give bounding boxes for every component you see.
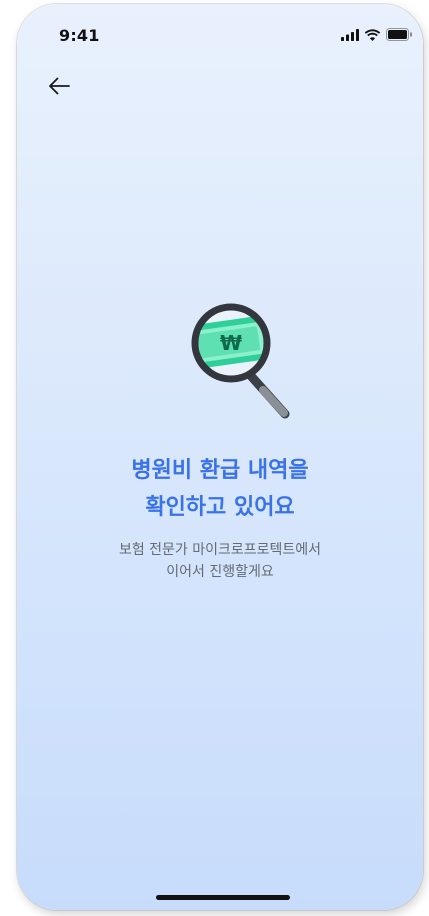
home-indicator[interactable]	[156, 895, 290, 900]
title-line-2: 확인하고 있어요	[145, 495, 295, 520]
subtitle-line-1: 보험 전문가 마이크로프로텍트에서	[118, 542, 322, 558]
page-title: 병원비 환급 내역을 확인하고 있어요	[17, 452, 423, 526]
wifi-icon	[364, 28, 381, 41]
back-button[interactable]	[45, 72, 73, 100]
battery-icon	[386, 28, 412, 41]
cellular-signal-icon	[341, 28, 359, 41]
arrow-left-icon	[49, 77, 70, 95]
status-icons	[341, 28, 413, 41]
page-subtitle: 보험 전문가 마이크로프로텍트에서 이어서 진행할게요	[17, 539, 423, 583]
phone-screen: 9:41 ₩ 병원비 환급 내역을 확인하고 있어요 보험 전문가 마이크로프로…	[17, 4, 423, 910]
status-bar: 9:41	[17, 4, 423, 58]
banknote-symbol: ₩	[220, 331, 242, 355]
magnifying-glass-money-icon: ₩	[177, 296, 297, 426]
title-line-1: 병원비 환급 내역을	[131, 458, 309, 483]
status-time: 9:41	[59, 26, 100, 45]
subtitle-line-2: 이어서 진행할게요	[166, 564, 274, 580]
